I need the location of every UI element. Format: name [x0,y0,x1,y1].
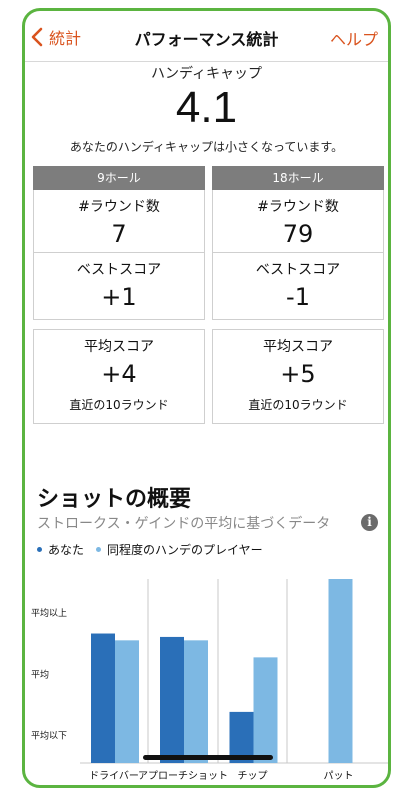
legend-label-peers: 同程度のハンデのプレイヤー [107,543,263,557]
card-18-holes[interactable]: 18ホール #ラウンド数 79 ベストスコア -1 [212,166,384,320]
avg-score-sub: 直近の10ラウンド [248,398,348,412]
handicap-label: ハンディキャップ [150,66,263,82]
best-score-value: +1 [101,283,137,311]
legend-dot-peers [96,547,102,552]
home-indicator [143,755,273,760]
shot-overview-title: ショットの概要 [37,487,192,512]
chart-bar [328,579,353,763]
legend-label-you: あなた [48,543,85,557]
y-tick-label: 平均 [31,668,49,680]
app-frame: 統計 パフォーマンス統計 ヘルプ ハンディキャップ 4.1 あなたのハンディキャ… [22,8,391,788]
rounds-value: 7 [111,220,127,248]
rounds-cell: #ラウンド数 79 [212,190,384,253]
chart-bar [160,636,184,763]
legend-item-peers: 同程度のハンデのプレイヤー [96,541,263,558]
rounds-label: #ラウンド数 [78,199,160,215]
chart-legend: あなた 同程度のハンデのプレイヤー [37,541,275,558]
legend-item-you: あなた [37,541,84,558]
avg-score-sub: 直近の10ラウンド [69,398,169,412]
shot-overview-subtitle: ストロークス・ゲインドの平均に基づくデータ [37,516,331,532]
x-tick-label: ドライバー [89,770,139,782]
chart-bar [115,640,139,763]
best-score-value: -1 [286,283,310,311]
avg-score-label: 平均スコア [263,339,333,355]
handicap-note: あなたのハンディキャップは小さくなっています。 [69,140,344,154]
nav-bar: 統計 パフォーマンス統計 ヘルプ [25,11,388,62]
rounds-value: 79 [282,220,314,248]
avg-score-value: +5 [280,360,316,388]
avg-score-card-18[interactable]: 平均スコア +5 直近の10ラウンド [212,329,384,424]
rounds-label: #ラウンド数 [257,199,339,215]
chart-bar [184,640,208,763]
avg-score-label: 平均スコア [84,339,154,355]
handicap-value: 4.1 [175,83,238,132]
info-icon[interactable]: i [361,514,378,531]
y-tick-label: 平均以下 [31,730,67,742]
best-score-label: ベストスコア [76,262,162,278]
best-score-cell: ベストスコア +1 [33,253,205,320]
x-tick-label: チップ [238,770,268,782]
card-header: 18ホール [212,166,384,190]
x-tick-label: アプローチショット [138,770,228,782]
chart-bar [91,633,115,763]
card-9-holes[interactable]: 9ホール #ラウンド数 7 ベストスコア +1 [33,166,205,320]
legend-dot-you [37,547,42,552]
chart-bar [253,657,278,763]
x-tick-label: パット [324,770,354,782]
avg-score-card-9[interactable]: 平均スコア +4 直近の10ラウンド [33,329,205,424]
best-score-label: ベストスコア [255,262,341,278]
avg-score-value: +4 [101,360,137,388]
card-header: 9ホール [33,166,205,190]
help-button[interactable]: ヘルプ [330,26,378,50]
best-score-cell: ベストスコア -1 [212,253,384,320]
rounds-cell: #ラウンド数 7 [33,190,205,253]
y-tick-label: 平均以上 [31,607,67,619]
